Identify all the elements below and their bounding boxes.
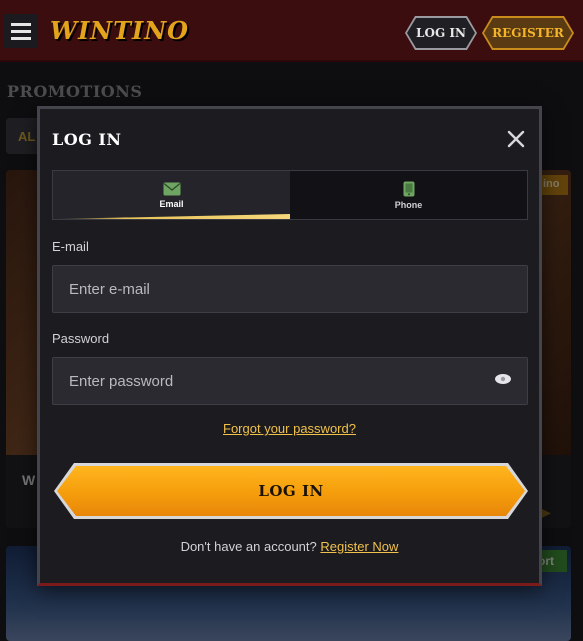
forgot-password-link[interactable]: Forgot your password? [40, 421, 539, 436]
header-register-button[interactable]: REGISTER [482, 16, 574, 50]
tab-email[interactable]: Email [53, 171, 290, 219]
close-icon [507, 130, 525, 148]
password-label: Password [52, 331, 110, 346]
login-modal: LOG IN Email Phone E-mail Enter e-mail P… [37, 106, 542, 586]
email-field[interactable] [52, 265, 528, 313]
envelope-icon [163, 182, 181, 196]
email-label: E-mail [52, 239, 89, 254]
site-logo[interactable]: WINTINO [50, 16, 189, 45]
signup-prompt-text: Don't have an account? [180, 539, 317, 554]
signup-prompt: Don't have an account? Register Now [40, 539, 539, 554]
menu-icon-bar [11, 22, 31, 26]
top-header: WINTINO LOG IN REGISTER [0, 0, 583, 62]
login-submit-label: LOG IN [258, 482, 324, 500]
login-submit-button[interactable]: LOG IN [54, 463, 528, 519]
password-field[interactable] [52, 357, 528, 405]
modal-title: LOG IN [52, 130, 122, 149]
tab-email-label: Email [159, 198, 184, 209]
header-login-label: LOG IN [407, 18, 475, 48]
close-button[interactable] [503, 126, 529, 152]
menu-icon-bar [11, 29, 31, 33]
tab-phone-label: Phone [394, 199, 423, 210]
menu-icon-bar [11, 36, 31, 40]
header-register-label: REGISTER [484, 18, 572, 48]
tab-phone[interactable]: Phone [290, 171, 527, 219]
register-now-link[interactable]: Register Now [320, 539, 398, 554]
login-submit-face: LOG IN [57, 466, 525, 516]
phone-icon [403, 181, 415, 197]
header-login-button[interactable]: LOG IN [405, 16, 477, 50]
hamburger-menu-button[interactable] [4, 14, 38, 48]
eye-icon[interactable] [494, 373, 512, 385]
login-method-tabs: Email Phone [52, 170, 528, 220]
